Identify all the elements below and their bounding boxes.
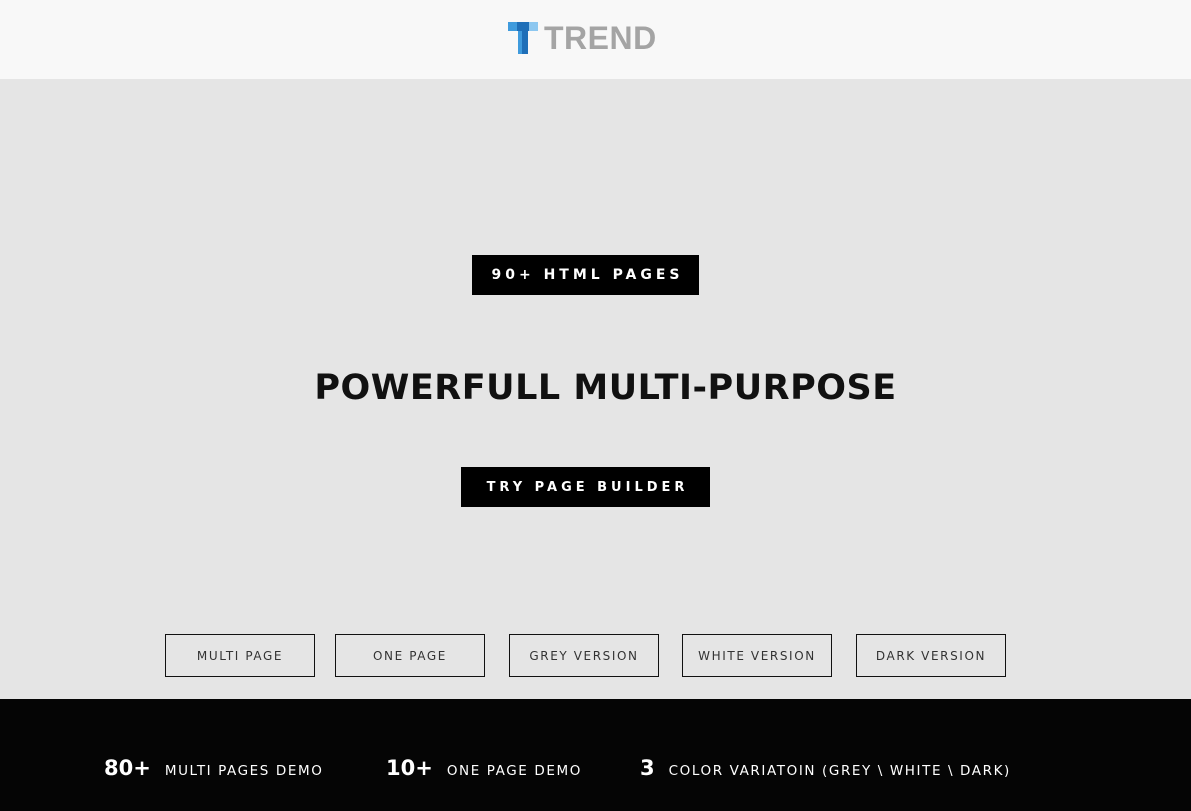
stat-multi-pages: 80+ MULTI PAGES DEMO <box>104 756 323 780</box>
grey-version-button[interactable]: GREY VERSION <box>509 634 659 677</box>
try-page-builder-button[interactable]: TRY PAGE BUILDER <box>461 467 710 507</box>
stat-one-page: 10+ ONE PAGE DEMO <box>386 756 582 780</box>
stat-number: 3 <box>640 756 655 780</box>
stat-label: ONE PAGE DEMO <box>446 763 582 779</box>
white-version-button[interactable]: WHITE VERSION <box>682 634 832 677</box>
landing-page: TREND 90+ HTML PAGES POWERFULL MULTI-PUR… <box>0 0 1191 811</box>
logo-text: TREND <box>544 20 657 56</box>
one-page-button[interactable]: ONE PAGE <box>335 634 485 677</box>
site-header: TREND <box>0 0 1191 79</box>
stat-label: COLOR VARIATOIN (GREY \ WHITE \ DARK) <box>668 763 1011 779</box>
version-buttons: MULTI PAGE ONE PAGE GREY VERSION WHITE V… <box>0 634 1191 677</box>
site-logo[interactable]: TREND <box>508 21 657 55</box>
multi-page-button[interactable]: MULTI PAGE <box>165 634 315 677</box>
trend-logo-icon <box>508 22 538 54</box>
stat-label: MULTI PAGES DEMO <box>164 763 324 779</box>
stat-number: 10+ <box>386 756 433 780</box>
html-pages-badge: 90+ HTML PAGES <box>472 255 699 295</box>
stats-strip: 80+ MULTI PAGES DEMO 10+ ONE PAGE DEMO 3… <box>0 699 1191 811</box>
dark-version-button[interactable]: DARK VERSION <box>856 634 1006 677</box>
stat-number: 80+ <box>104 756 151 780</box>
stat-color-variations: 3 COLOR VARIATOIN (GREY \ WHITE \ DARK) <box>640 756 1011 780</box>
hero-title: POWERFULL MULTI-PURPOSE <box>314 368 897 408</box>
